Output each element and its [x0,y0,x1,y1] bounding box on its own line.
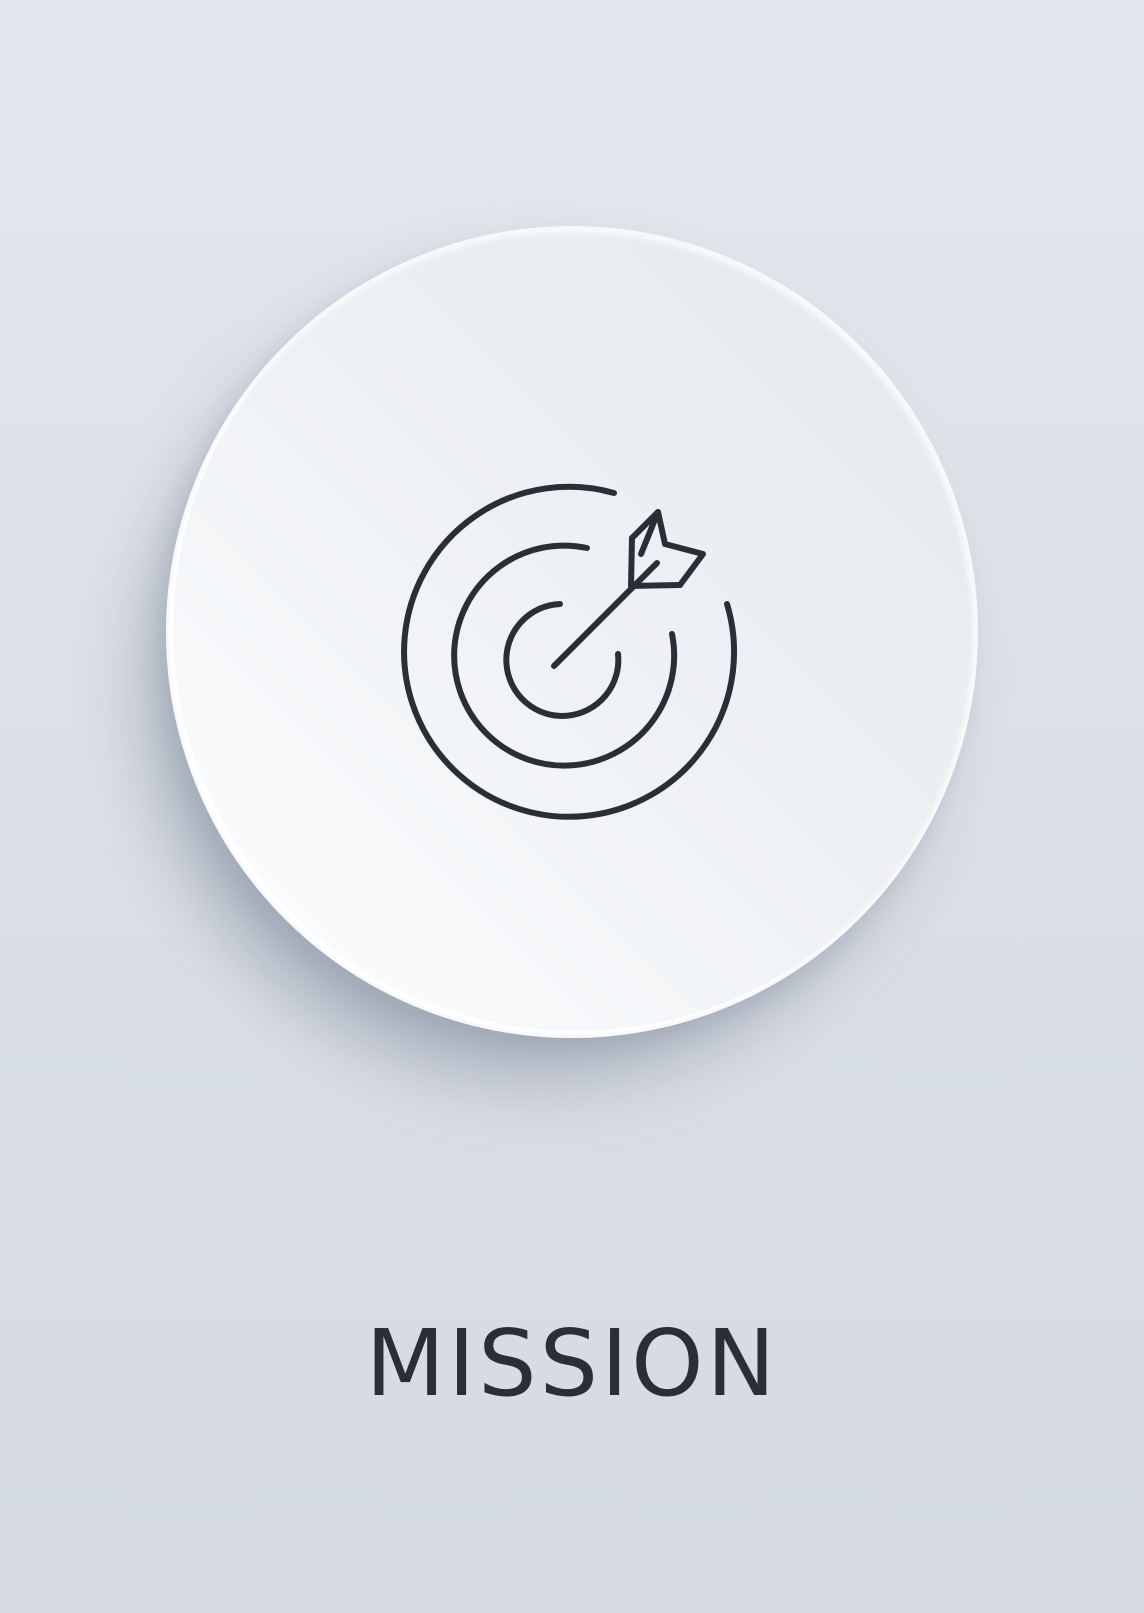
target-arrow-icon [382,474,752,844]
mission-card[interactable]: MISSION [0,0,1144,1613]
card-title: MISSION [365,1310,779,1417]
